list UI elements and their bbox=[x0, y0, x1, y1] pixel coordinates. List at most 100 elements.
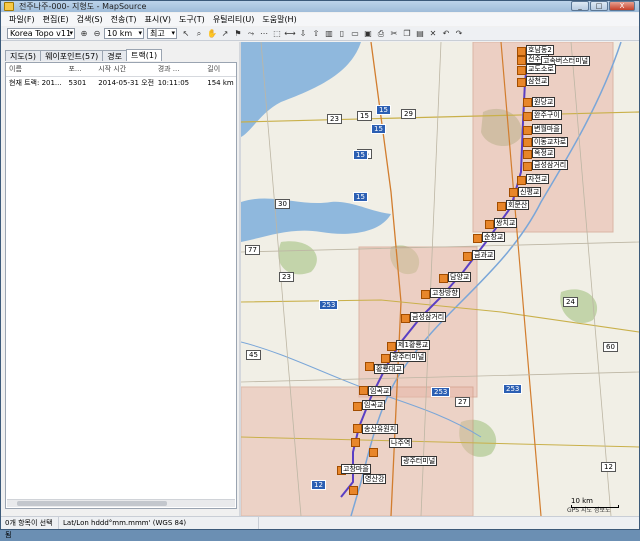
undo-icon[interactable]: ↶ bbox=[440, 28, 452, 39]
menu-utilities[interactable]: 유틸리티(U) bbox=[209, 14, 259, 25]
waypoint-icon[interactable] bbox=[381, 354, 390, 363]
waypoint-icon[interactable] bbox=[387, 342, 396, 351]
waypoint-label: 금성삼거리 bbox=[532, 160, 569, 170]
menu-search[interactable]: 검색(S) bbox=[73, 14, 107, 25]
waypoint-icon[interactable] bbox=[523, 150, 532, 159]
waypoint-icon[interactable] bbox=[517, 66, 526, 75]
waypoint-icon[interactable] bbox=[485, 220, 494, 229]
print-icon[interactable]: ⎙ bbox=[375, 28, 387, 39]
maximize-button[interactable]: □ bbox=[590, 1, 608, 11]
copy-icon[interactable]: ❐ bbox=[401, 28, 413, 39]
waypoint-tool-icon[interactable]: ⚑ bbox=[232, 28, 244, 39]
waypoint-icon[interactable] bbox=[497, 202, 506, 211]
waypoint-label: 담양교 bbox=[448, 272, 472, 282]
toolbar: Korea Topo v11 ⊕ ⊖ 10 km 최고 ↖ ⌕ ✋ ↗ ⚑ ⤳ … bbox=[1, 27, 639, 41]
table-row[interactable]: 현재 트랙: 201... 5301 2014-05-31 오전 ... 10:… bbox=[6, 77, 236, 89]
waypoint-label: 광주터미널 bbox=[401, 456, 438, 466]
delete-icon[interactable]: ✕ bbox=[427, 28, 439, 39]
route-tool-icon[interactable]: ⤳ bbox=[245, 28, 257, 39]
measure-icon[interactable]: ⟷ bbox=[284, 28, 296, 39]
waypoint-label: 고창마을 bbox=[341, 464, 371, 474]
waypoint-icon[interactable] bbox=[439, 274, 448, 283]
status-bar: 0개 항목이 선택됨 Lat/Lon hddd°mm.mmm' (WGS 84) bbox=[1, 516, 639, 539]
waypoint-icon[interactable] bbox=[523, 126, 532, 135]
waypoint-icon[interactable] bbox=[365, 362, 374, 371]
cut-icon[interactable]: ✂ bbox=[388, 28, 400, 39]
column-elapsed[interactable]: 경과 ... bbox=[155, 63, 205, 76]
tab-tracks[interactable]: 트랙(1) bbox=[126, 49, 163, 61]
track-list: 이름 포... 시작 시간 경과 ... 길이 현재 트랙: 201... 53… bbox=[5, 62, 237, 509]
waypoint-icon[interactable] bbox=[517, 47, 526, 56]
waypoint-icon[interactable] bbox=[523, 138, 532, 147]
waypoint-label: 황룡대교 bbox=[374, 364, 404, 374]
bay-area bbox=[241, 198, 391, 242]
select-tool-icon[interactable]: ↗ bbox=[219, 28, 231, 39]
waypoint-label: 완주구이 bbox=[532, 110, 562, 120]
waypoint-icon[interactable] bbox=[523, 162, 532, 171]
zoom-out-icon[interactable]: ⊖ bbox=[91, 28, 103, 39]
new-file-icon[interactable]: ▯ bbox=[336, 28, 348, 39]
zoom-tool-icon[interactable]: ⌕ bbox=[193, 28, 205, 39]
horizontal-scrollbar[interactable] bbox=[7, 499, 235, 507]
road-shield: 24 bbox=[563, 297, 578, 307]
map-view[interactable]: 15 15 15 15 23 29 15 15 30 77 23 253 45 … bbox=[241, 42, 639, 516]
detail-select[interactable]: 최고 bbox=[147, 28, 177, 39]
tab-waypoints[interactable]: 웨이포인트(57) bbox=[40, 50, 104, 61]
waypoint-icon[interactable] bbox=[517, 176, 526, 185]
waypoint-label: 제1황룡교 bbox=[396, 340, 431, 350]
zoom-level-select[interactable]: 10 km bbox=[104, 28, 144, 39]
hand-tool-icon[interactable]: ✋ bbox=[206, 28, 218, 39]
tab-maps[interactable]: 지도(5) bbox=[5, 50, 42, 61]
menu-file[interactable]: 파일(F) bbox=[5, 14, 39, 25]
device-icon[interactable]: ▥ bbox=[323, 28, 335, 39]
app-icon bbox=[4, 2, 14, 11]
menu-tools[interactable]: 도구(T) bbox=[175, 14, 209, 25]
minimize-button[interactable]: _ bbox=[571, 1, 589, 11]
scrollbar-thumb[interactable] bbox=[17, 501, 167, 506]
map-product-select[interactable]: Korea Topo v11 bbox=[7, 28, 75, 39]
status-coords: Lat/Lon hddd°mm.mmm' (WGS 84) bbox=[59, 517, 259, 529]
waypoint-icon[interactable] bbox=[349, 486, 358, 495]
waypoint-icon[interactable] bbox=[523, 98, 532, 107]
menu-edit[interactable]: 편집(E) bbox=[39, 14, 73, 25]
paste-icon[interactable]: ▤ bbox=[414, 28, 426, 39]
menu-transfer[interactable]: 전송(T) bbox=[107, 14, 141, 25]
waypoint-icon[interactable] bbox=[517, 78, 526, 87]
waypoint-icon[interactable] bbox=[351, 438, 360, 447]
road-shield: 253 bbox=[431, 387, 451, 397]
waypoint-icon[interactable] bbox=[353, 402, 362, 411]
road-shield: 29 bbox=[401, 109, 416, 119]
waypoint-label: 삼천교 bbox=[526, 76, 550, 86]
waypoint-icon[interactable] bbox=[421, 290, 430, 299]
tab-routes[interactable]: 경로 bbox=[102, 50, 128, 61]
menu-view[interactable]: 표시(V) bbox=[141, 14, 175, 25]
waypoint-icon[interactable] bbox=[369, 448, 378, 457]
column-start-time[interactable]: 시작 시간 bbox=[95, 63, 154, 76]
road-shield: 30 bbox=[275, 199, 290, 209]
waypoint-icon[interactable] bbox=[523, 112, 532, 121]
waypoint-icon[interactable] bbox=[473, 234, 482, 243]
open-file-icon[interactable]: ▭ bbox=[349, 28, 361, 39]
save-icon[interactable]: ▣ bbox=[362, 28, 374, 39]
receive-icon[interactable]: ⇩ bbox=[297, 28, 309, 39]
waypoint-icon[interactable] bbox=[509, 188, 518, 197]
waypoint-icon[interactable] bbox=[359, 386, 368, 395]
arrow-tool-icon[interactable]: ⬚ bbox=[271, 28, 283, 39]
waypoint-icon[interactable] bbox=[517, 56, 526, 65]
send-icon[interactable]: ⇧ bbox=[310, 28, 322, 39]
column-points[interactable]: 포... bbox=[65, 63, 95, 76]
column-name[interactable]: 이름 bbox=[6, 63, 65, 76]
menu-help[interactable]: 도움말(H) bbox=[258, 14, 300, 25]
close-button[interactable]: X bbox=[609, 1, 635, 11]
track-tool-icon[interactable]: ⋯ bbox=[258, 28, 270, 39]
waypoint-icon[interactable] bbox=[401, 314, 410, 323]
road-shield: 15 bbox=[376, 105, 391, 115]
pointer-icon[interactable]: ↖ bbox=[180, 28, 192, 39]
redo-icon[interactable]: ↷ bbox=[453, 28, 465, 39]
column-length[interactable]: 길이 bbox=[204, 63, 236, 76]
zoom-in-icon[interactable]: ⊕ bbox=[78, 28, 90, 39]
cell-points: 5301 bbox=[68, 79, 87, 87]
waypoint-icon[interactable] bbox=[353, 424, 362, 433]
road-shield: 45 bbox=[246, 350, 261, 360]
waypoint-icon[interactable] bbox=[463, 252, 472, 261]
